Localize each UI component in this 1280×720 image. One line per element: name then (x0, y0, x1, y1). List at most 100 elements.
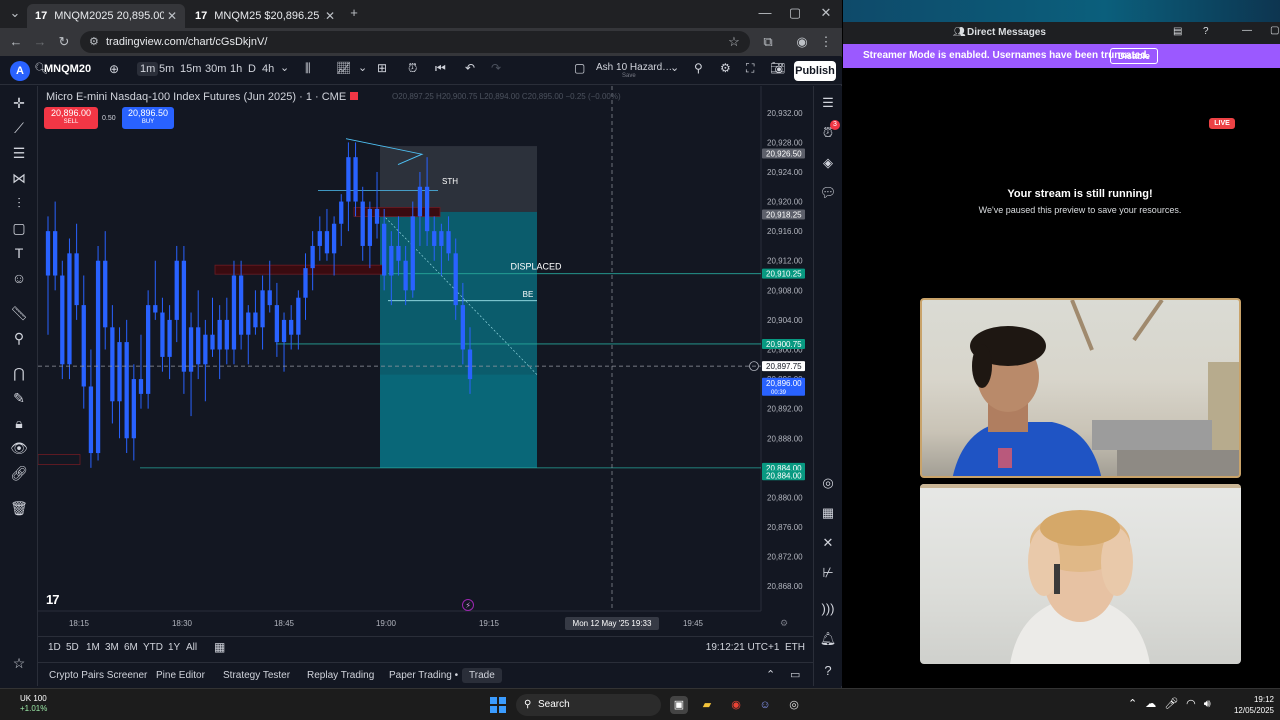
webcam-feed-1[interactable] (920, 298, 1241, 478)
tab-crypto-pairs-screener[interactable]: Crypto Pairs Screener (49, 670, 147, 681)
maximize-panel-icon[interactable]: ▭ (790, 668, 800, 681)
new-tab-icon[interactable]: + (345, 5, 363, 20)
obs-recording-icon[interactable]: ◎ (785, 696, 803, 714)
help-icon[interactable]: ? (819, 662, 837, 680)
screener-icon[interactable]: ⊬ (819, 564, 837, 582)
taskbar-clock[interactable]: 19:12 12/05/2025 (1224, 694, 1274, 716)
windows-start-icon[interactable] (490, 697, 506, 713)
settings-gear-icon[interactable]: ⚙ (720, 61, 731, 75)
stream-signal-icon[interactable]: ))) (819, 600, 837, 618)
watchlist-icon[interactable]: ☰ (819, 94, 837, 112)
extensions-icon[interactable]: ⧉ (760, 34, 776, 50)
taskbar-search[interactable]: ⚲ Search (516, 694, 661, 716)
timeframe-5m[interactable]: 5m (156, 62, 177, 76)
compare-symbol-icon[interactable]: ⊕ (109, 62, 119, 76)
task-view-icon[interactable]: ▣ (670, 696, 688, 714)
undo-icon[interactable]: ↶ (465, 61, 475, 75)
range-5d[interactable]: 5D (66, 642, 79, 653)
emoji-tool-icon[interactable]: ☺ (10, 269, 28, 287)
replay-bolt-icon[interactable]: ⚡︎ (462, 599, 474, 611)
pattern-tool-icon[interactable]: ⋈ (10, 169, 28, 187)
layout-name[interactable]: Ash 10 Hazard… (596, 62, 672, 73)
tab-replay-trading[interactable]: Replay Trading (307, 670, 374, 681)
menu-icon[interactable]: ⋮ (818, 34, 834, 50)
quick-search-icon[interactable]: ⚲ (694, 61, 703, 75)
layout-dropdown-icon[interactable]: ⌄ (670, 61, 679, 74)
chart-canvas[interactable]: 20,932.00 20,928.00 20,924.00 20,920.00 20,9… (38, 86, 813, 636)
range-1d[interactable]: 1D (48, 642, 61, 653)
bookmark-star-icon[interactable]: ☆ (726, 34, 742, 50)
profile-icon[interactable]: ◉ (794, 34, 810, 50)
tab-search-icon[interactable]: ⌄ (6, 5, 24, 21)
range-1y[interactable]: 1Y (168, 642, 180, 653)
chrome-icon[interactable]: ◉ (727, 696, 745, 714)
goto-date-icon[interactable]: ▦ (214, 640, 225, 654)
shape-tool-icon[interactable]: ▢ (10, 219, 28, 237)
magnet-icon[interactable]: ⋂ (10, 364, 28, 382)
indicators-dropdown-icon[interactable]: ⌄ (358, 61, 367, 74)
indicators-icon[interactable]: 📈︎ (336, 61, 351, 75)
collapse-panel-icon[interactable]: ⌃ (766, 668, 775, 681)
close-window-icon[interactable]: ✕ (817, 5, 835, 21)
alert-icon[interactable]: ⏰︎ (408, 61, 417, 76)
range-3m[interactable]: 3M (105, 642, 119, 653)
trash-icon[interactable]: 🗑︎ (10, 499, 28, 517)
crosshair-tool-icon[interactable]: ✛ (10, 94, 28, 112)
discord-app-icon[interactable]: ☺ (756, 696, 774, 714)
templates-icon[interactable]: ⊞ (377, 61, 387, 75)
target-icon[interactable]: ◎ (819, 474, 837, 492)
chat-icon[interactable]: 💬︎ (819, 184, 837, 202)
help-circle-icon[interactable]: ? (1203, 26, 1209, 37)
link-icon[interactable]: 🔗︎ (10, 464, 28, 482)
tab-pine-editor[interactable]: Pine Editor (156, 670, 205, 681)
tab-strategy-tester[interactable]: Strategy Tester (223, 670, 290, 681)
site-info-icon[interactable]: ⚙ (89, 31, 99, 53)
file-explorer-icon[interactable]: ▰ (698, 696, 716, 714)
hide-drawings-eye-icon[interactable]: 👁︎ (10, 439, 28, 457)
redo-icon[interactable]: ↷ (491, 61, 501, 75)
snapshot-camera-icon[interactable]: 📷︎ (770, 61, 785, 75)
timeframe-1h[interactable]: 1h (227, 62, 245, 76)
favorites-star-icon[interactable]: ☆ (10, 654, 28, 672)
maximize-icon[interactable]: ▢ (1270, 25, 1279, 36)
browser-tab-2[interactable]: 17 MNQM25 $20,896.25 ▲ +3.77… ✕ (187, 4, 343, 28)
tab-trade[interactable]: Trade (462, 668, 502, 683)
stay-drawing-icon[interactable]: ✎ (10, 389, 28, 407)
symbol-name[interactable]: MNQM20 (44, 63, 91, 75)
timeframe-15m[interactable]: 15m (177, 62, 204, 76)
range-6m[interactable]: 6M (124, 642, 138, 653)
measure-ruler-icon[interactable]: 📏︎ (10, 304, 28, 322)
webcam-feed-2[interactable] (920, 484, 1241, 664)
maximize-icon[interactable]: ▢ (786, 5, 804, 21)
forward-icon[interactable]: → (32, 34, 48, 49)
text-tool-icon[interactable]: T (10, 244, 28, 262)
sell-button[interactable]: 20,896.00 SELL (44, 107, 98, 129)
ideas-icon[interactable]: ✕ (819, 534, 837, 552)
zoom-in-icon[interactable]: ⚲ (10, 329, 28, 347)
system-tray[interactable]: ⌃☁🎤︎◠🔊︎ (1128, 697, 1219, 711)
timeframe-4h[interactable]: 4h (259, 62, 277, 76)
user-avatar[interactable]: A (10, 61, 30, 81)
minimize-icon[interactable]: — (1242, 25, 1252, 36)
forecast-tool-icon[interactable]: ⫶ (10, 194, 28, 212)
data-window-layers-icon[interactable]: ◈ (819, 154, 837, 172)
chart-pane[interactable]: 20,932.00 20,928.00 20,924.00 20,920.00 20,9… (38, 86, 813, 636)
reload-icon[interactable]: ↻ (56, 34, 72, 50)
close-tab-icon[interactable]: ✕ (167, 9, 177, 23)
replay-icon[interactable]: ⏮︎ (435, 61, 446, 76)
tab-paper-trading[interactable]: Paper Trading • (389, 670, 458, 681)
session-clock[interactable]: 19:12:21 UTC+1 ETH (706, 642, 805, 653)
layout-select-icon[interactable]: ▢ (574, 61, 585, 75)
close-tab-icon[interactable]: ✕ (325, 9, 335, 23)
publish-button[interactable]: Publish (794, 61, 836, 81)
bar-style-icon[interactable]: ⫼ (305, 61, 311, 76)
minimize-icon[interactable]: — (756, 5, 774, 20)
browser-tab-1[interactable]: 17 MNQM2025 20,895.00 ▲ +3.77… ✕ (27, 4, 185, 28)
fullscreen-icon[interactable]: ⛶ (746, 61, 754, 76)
notifications-bell-icon[interactable]: 🔔︎ (819, 630, 837, 648)
timeframe-30m[interactable]: 30m (202, 62, 229, 76)
inbox-icon[interactable]: ▤ (1173, 26, 1182, 37)
timeframe-d[interactable]: D (245, 62, 259, 76)
market-widget[interactable]: UK 100 +1.01% (20, 694, 47, 714)
url-field[interactable]: ⚙ tradingview.com/chart/cGsDkjnV/ (80, 31, 750, 53)
